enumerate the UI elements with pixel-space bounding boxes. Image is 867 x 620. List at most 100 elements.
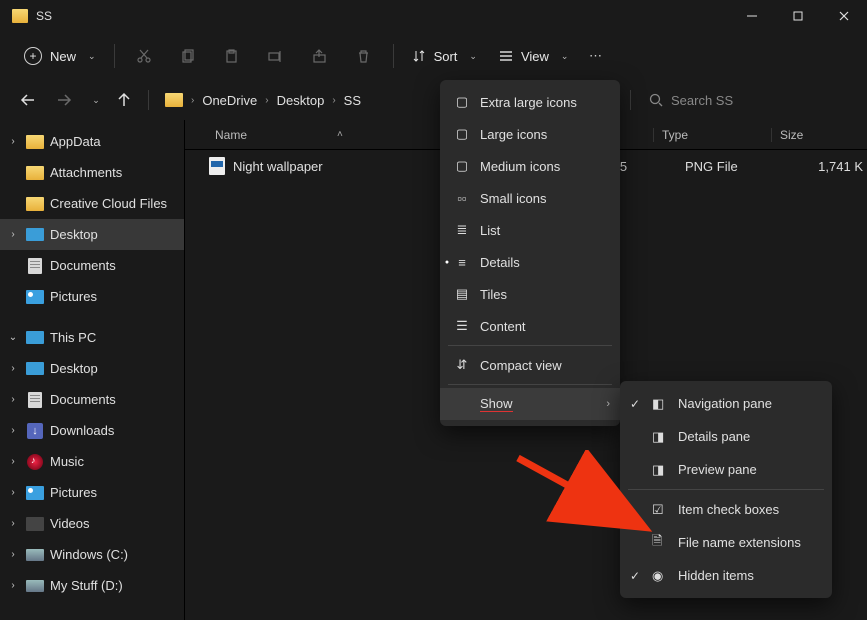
view-button[interactable]: View ⌄ bbox=[489, 38, 579, 74]
tiles-icon: ▤ bbox=[454, 286, 470, 302]
chevron-down-icon: ⌄ bbox=[88, 51, 96, 62]
rename-button[interactable] bbox=[255, 38, 297, 74]
chevron-right-icon: › bbox=[606, 398, 610, 410]
up-button[interactable] bbox=[110, 86, 138, 114]
breadcrumb-ss[interactable]: SS bbox=[340, 93, 365, 108]
sidebar-item-pc-documents[interactable]: ›Documents bbox=[0, 384, 184, 415]
view-label: View bbox=[521, 49, 549, 64]
breadcrumb-desktop[interactable]: Desktop bbox=[273, 93, 329, 108]
toolbar: + New ⌄ Sort ⌄ View ⌄ ⋯ bbox=[0, 32, 867, 80]
maximize-button[interactable] bbox=[775, 0, 821, 32]
menu-small-icons[interactable]: ▫▫Small icons bbox=[440, 182, 620, 214]
grid-icon: ▫▫ bbox=[454, 191, 470, 206]
check-icon: ✓ bbox=[630, 569, 640, 583]
menu-list[interactable]: ≣List bbox=[440, 214, 620, 246]
grid-icon: ▢ bbox=[454, 94, 470, 110]
content-icon: ☰ bbox=[454, 318, 470, 334]
search-placeholder: Search SS bbox=[671, 93, 733, 108]
share-button[interactable] bbox=[299, 38, 341, 74]
window-title: SS bbox=[36, 9, 52, 23]
recent-chevron-icon[interactable]: ⌄ bbox=[86, 86, 102, 114]
navigation-bar: ⌄ › OneDrive › Desktop › SS Search SS bbox=[0, 80, 867, 120]
menu-extra-large-icons[interactable]: ▢Extra large icons bbox=[440, 86, 620, 118]
menu-navigation-pane[interactable]: ✓◧Navigation pane bbox=[620, 387, 832, 420]
menu-medium-icons[interactable]: ▢Medium icons bbox=[440, 150, 620, 182]
details-icon: ≡ bbox=[454, 255, 470, 270]
sidebar-item-pc-music[interactable]: ›Music bbox=[0, 446, 184, 477]
copy-button[interactable] bbox=[167, 38, 209, 74]
file-size: 1,741 K bbox=[795, 159, 867, 174]
selected-bullet-icon: ● bbox=[440, 259, 454, 266]
column-size[interactable]: Size bbox=[771, 128, 867, 142]
chevron-down-icon: ⌄ bbox=[561, 51, 569, 62]
sidebar-item-pc-videos[interactable]: ›Videos bbox=[0, 508, 184, 539]
pane-icon: ◧ bbox=[652, 396, 670, 412]
sidebar-item-desktop[interactable]: ›Desktop bbox=[0, 219, 184, 250]
sort-indicator-icon: ˄ bbox=[337, 129, 343, 140]
cut-button[interactable] bbox=[123, 38, 165, 74]
chevron-right-icon: › bbox=[328, 95, 339, 106]
sidebar-item-attachments[interactable]: Attachments bbox=[0, 157, 184, 188]
new-label: New bbox=[50, 49, 76, 64]
sidebar-item-documents[interactable]: Documents bbox=[0, 250, 184, 281]
sort-button[interactable]: Sort ⌄ bbox=[402, 38, 487, 74]
list-icon: ≣ bbox=[454, 222, 470, 238]
png-file-icon bbox=[209, 157, 225, 175]
pane-icon: ◨ bbox=[652, 462, 670, 478]
show-submenu: ✓◧Navigation pane ◨Details pane ◨Preview… bbox=[620, 381, 832, 598]
view-menu: ▢Extra large icons ▢Large icons ▢Medium … bbox=[440, 80, 620, 426]
sidebar-item-creative-cloud[interactable]: Creative Cloud Files bbox=[0, 188, 184, 219]
menu-large-icons[interactable]: ▢Large icons bbox=[440, 118, 620, 150]
grid-icon: ▢ bbox=[454, 158, 470, 174]
sort-icon bbox=[412, 49, 426, 63]
folder-icon bbox=[165, 93, 183, 107]
pane-icon: ◨ bbox=[652, 429, 670, 445]
window-folder-icon bbox=[12, 9, 28, 23]
paste-button[interactable] bbox=[211, 38, 253, 74]
sidebar-item-pc-downloads[interactable]: ›↓Downloads bbox=[0, 415, 184, 446]
file-icon: 🗎 bbox=[652, 532, 670, 554]
search-box[interactable]: Search SS bbox=[641, 85, 859, 115]
menu-details[interactable]: ●≡Details bbox=[440, 246, 620, 278]
menu-content[interactable]: ☰Content bbox=[440, 310, 620, 342]
title-bar: SS bbox=[0, 0, 867, 32]
sidebar-item-windows-c[interactable]: ›Windows (C:) bbox=[0, 539, 184, 570]
forward-button[interactable] bbox=[50, 86, 78, 114]
menu-file-name-extensions[interactable]: 🗎File name extensions bbox=[620, 526, 832, 559]
sort-label: Sort bbox=[434, 49, 458, 64]
new-button[interactable]: + New ⌄ bbox=[14, 38, 106, 74]
view-icon bbox=[499, 49, 513, 63]
sidebar-item-pc-desktop[interactable]: ›Desktop bbox=[0, 353, 184, 384]
checkbox-icon: ☑ bbox=[652, 502, 670, 518]
minimize-button[interactable] bbox=[729, 0, 775, 32]
sidebar-item-appdata[interactable]: ›AppData bbox=[0, 126, 184, 157]
sidebar-item-my-stuff-d[interactable]: ›My Stuff (D:) bbox=[0, 570, 184, 601]
compact-icon: ⇵ bbox=[454, 357, 470, 373]
navigation-pane: ›AppData Attachments Creative Cloud File… bbox=[0, 120, 185, 620]
chevron-down-icon: ⌄ bbox=[469, 51, 477, 62]
chevron-right-icon: › bbox=[261, 95, 272, 106]
search-icon bbox=[649, 93, 663, 107]
more-button[interactable]: ⋯ bbox=[580, 38, 610, 74]
back-button[interactable] bbox=[14, 86, 42, 114]
check-icon: ✓ bbox=[630, 397, 640, 411]
column-type[interactable]: Type bbox=[653, 128, 771, 142]
delete-button[interactable] bbox=[343, 38, 385, 74]
menu-item-check-boxes[interactable]: ☑Item check boxes bbox=[620, 493, 832, 526]
file-type: PNG File bbox=[677, 159, 795, 174]
plus-icon: + bbox=[24, 47, 42, 65]
menu-compact-view[interactable]: ⇵Compact view bbox=[440, 349, 620, 381]
grid-icon: ▢ bbox=[454, 126, 470, 142]
breadcrumb-onedrive[interactable]: OneDrive bbox=[198, 93, 261, 108]
menu-preview-pane[interactable]: ◨Preview pane bbox=[620, 453, 832, 486]
menu-show[interactable]: Show› bbox=[440, 388, 620, 420]
menu-details-pane[interactable]: ◨Details pane bbox=[620, 420, 832, 453]
menu-hidden-items[interactable]: ✓◉Hidden items bbox=[620, 559, 832, 592]
sidebar-item-this-pc[interactable]: ⌄This PC bbox=[0, 322, 184, 353]
close-button[interactable] bbox=[821, 0, 867, 32]
eye-icon: ◉ bbox=[652, 568, 670, 584]
sidebar-item-pc-pictures[interactable]: ›Pictures bbox=[0, 477, 184, 508]
sidebar-item-pictures[interactable]: Pictures bbox=[0, 281, 184, 312]
menu-tiles[interactable]: ▤Tiles bbox=[440, 278, 620, 310]
chevron-right-icon: › bbox=[187, 95, 198, 106]
